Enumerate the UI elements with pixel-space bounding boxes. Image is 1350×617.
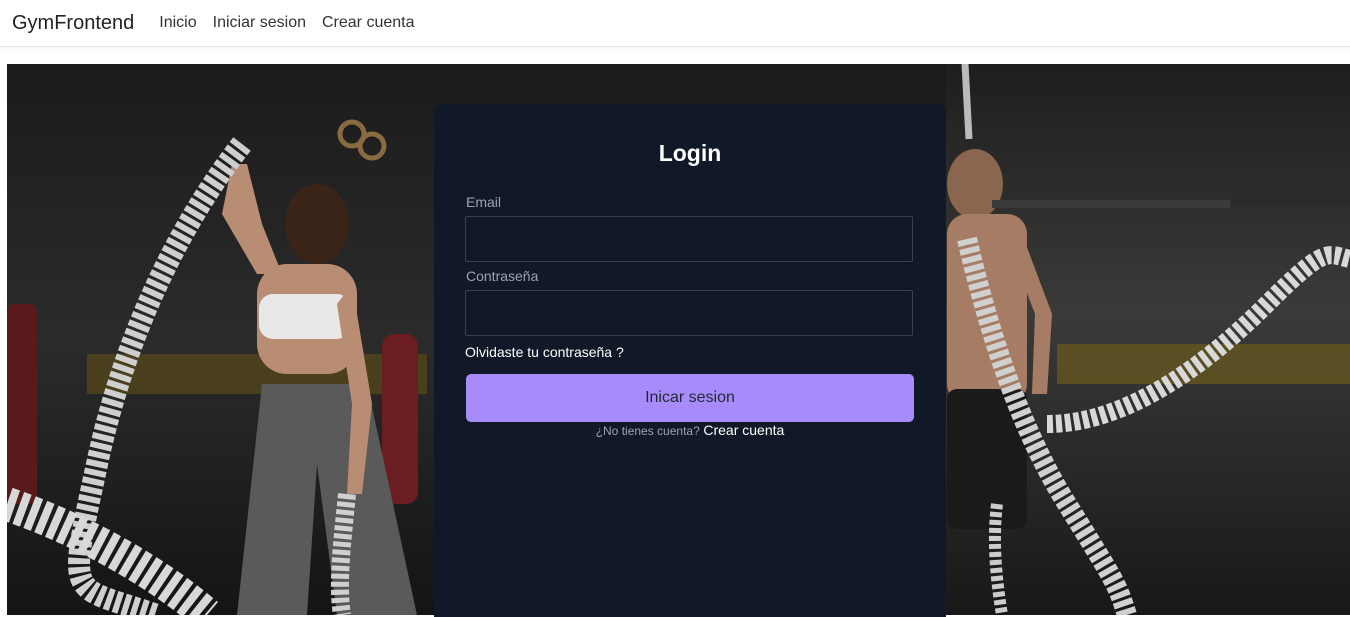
navbar: GymFrontend Inicio Iniciar sesion Crear …	[0, 0, 1350, 47]
login-title: Login	[658, 140, 722, 166]
password-label: Contraseña	[466, 268, 539, 284]
signup-link[interactable]: Crear cuenta	[703, 422, 784, 438]
nav-link-crear-cuenta[interactable]: Crear cuenta	[322, 14, 415, 32]
nav-link-inicio[interactable]: Inicio	[159, 14, 196, 32]
password-input[interactable]	[465, 290, 913, 336]
signup-row: ¿No tienes cuenta? Crear cuenta	[434, 422, 946, 438]
nav-link-iniciar-sesion[interactable]: Iniciar sesion	[213, 14, 306, 32]
forgot-password-link[interactable]: Olvidaste tu contraseña ?	[465, 344, 624, 360]
login-card: Login Email Contraseña Olvidaste tu cont…	[434, 104, 946, 617]
login-submit-button[interactable]: Inicar sesion	[466, 374, 914, 422]
email-label: Email	[466, 194, 502, 210]
email-input[interactable]	[465, 216, 913, 262]
brand-link[interactable]: GymFrontend	[12, 12, 134, 35]
signup-question: ¿No tienes cuenta?	[595, 424, 700, 438]
